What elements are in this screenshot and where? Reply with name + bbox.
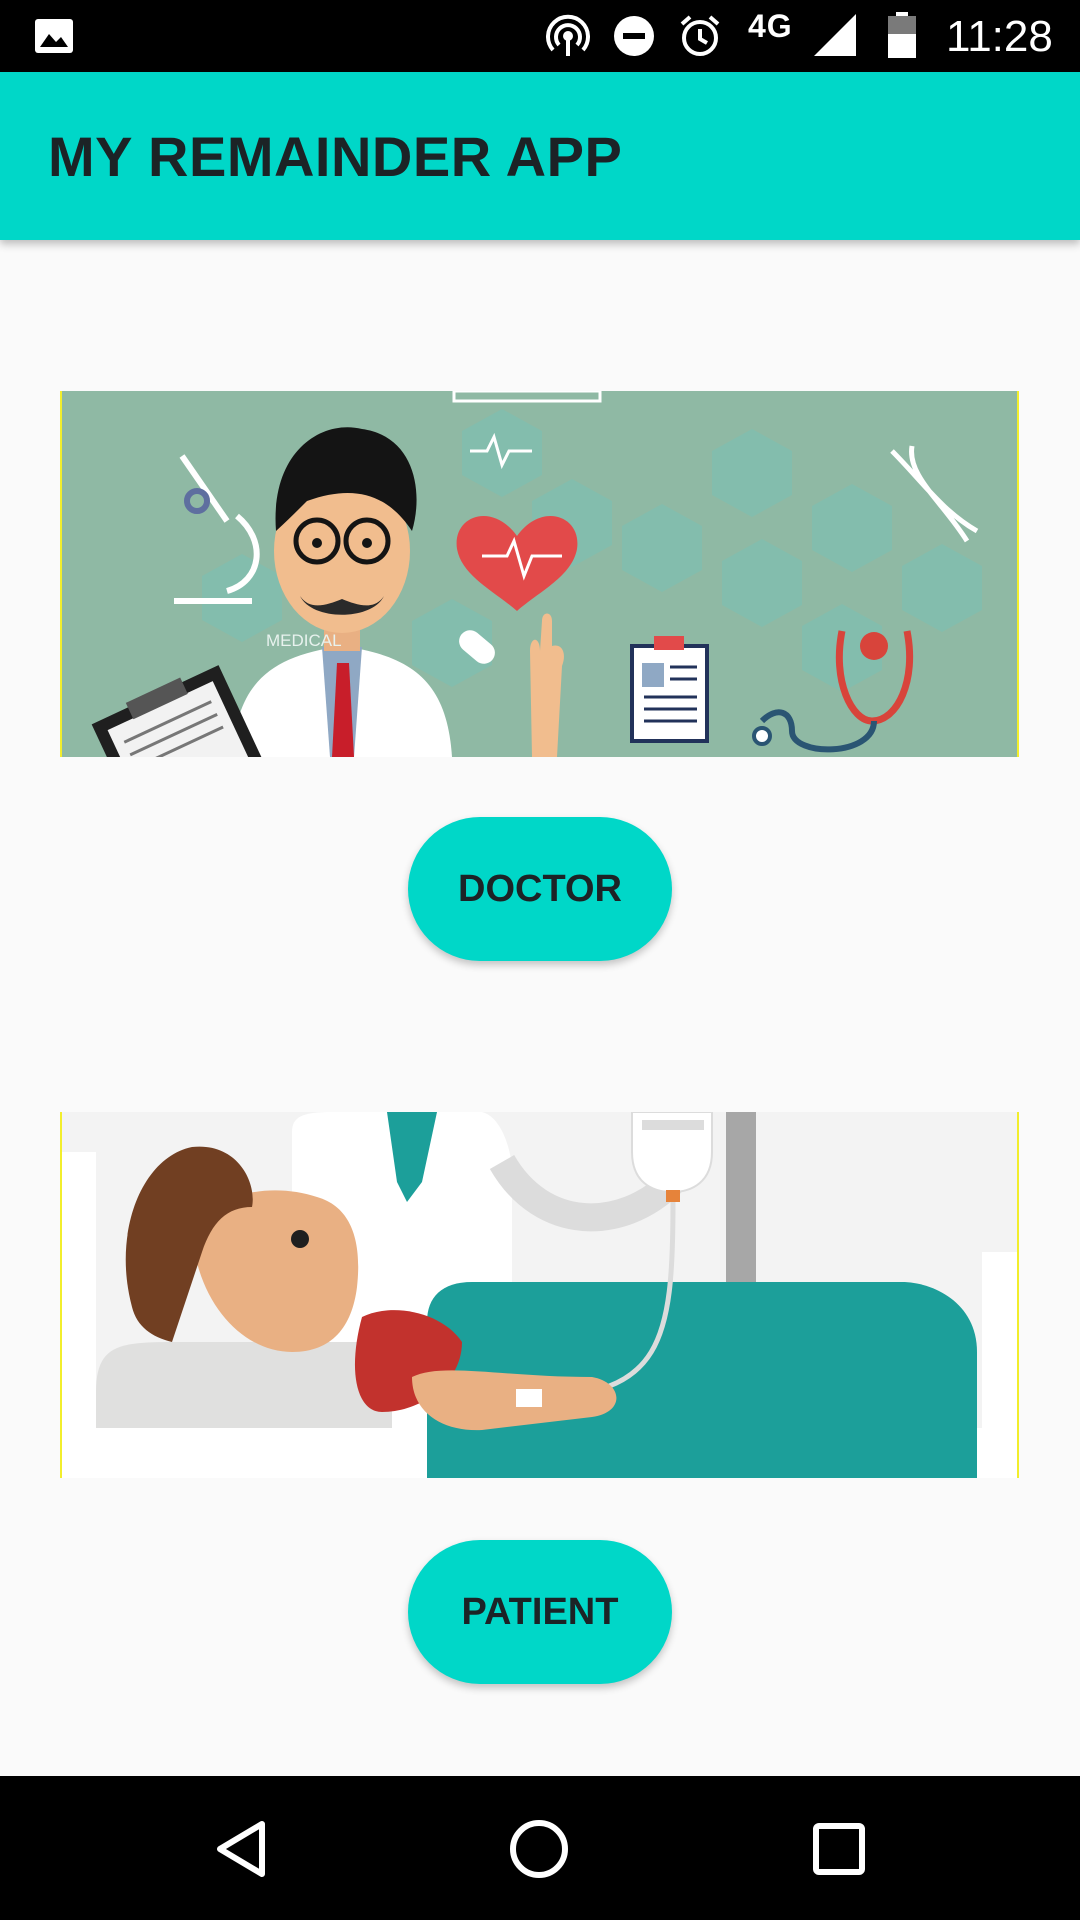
navigation-bar bbox=[0, 1776, 1080, 1920]
alarm-icon bbox=[678, 12, 722, 63]
gallery-icon bbox=[34, 18, 74, 59]
recents-icon[interactable] bbox=[808, 1818, 870, 1885]
network-type-label: 4G bbox=[748, 8, 793, 44]
battery-icon bbox=[888, 12, 916, 63]
signal-icon bbox=[812, 12, 858, 63]
do-not-disturb-icon bbox=[612, 12, 656, 63]
back-icon[interactable] bbox=[210, 1818, 272, 1885]
doctor-illustration: MEDICAL bbox=[60, 391, 1019, 757]
doctor-button[interactable]: DOCTOR bbox=[408, 817, 672, 961]
app-bar: MY REMAINDER APP bbox=[0, 72, 1080, 240]
status-bar: 4G 11:28 bbox=[0, 0, 1080, 72]
patient-button[interactable]: PATIENT bbox=[408, 1540, 672, 1684]
status-clock: 11:28 bbox=[946, 12, 1053, 61]
medical-text: MEDICAL bbox=[266, 631, 342, 650]
hotspot-icon bbox=[546, 12, 590, 63]
home-icon[interactable] bbox=[508, 1818, 570, 1885]
app-title: MY REMAINDER APP bbox=[48, 125, 623, 188]
patient-illustration bbox=[60, 1112, 1019, 1478]
